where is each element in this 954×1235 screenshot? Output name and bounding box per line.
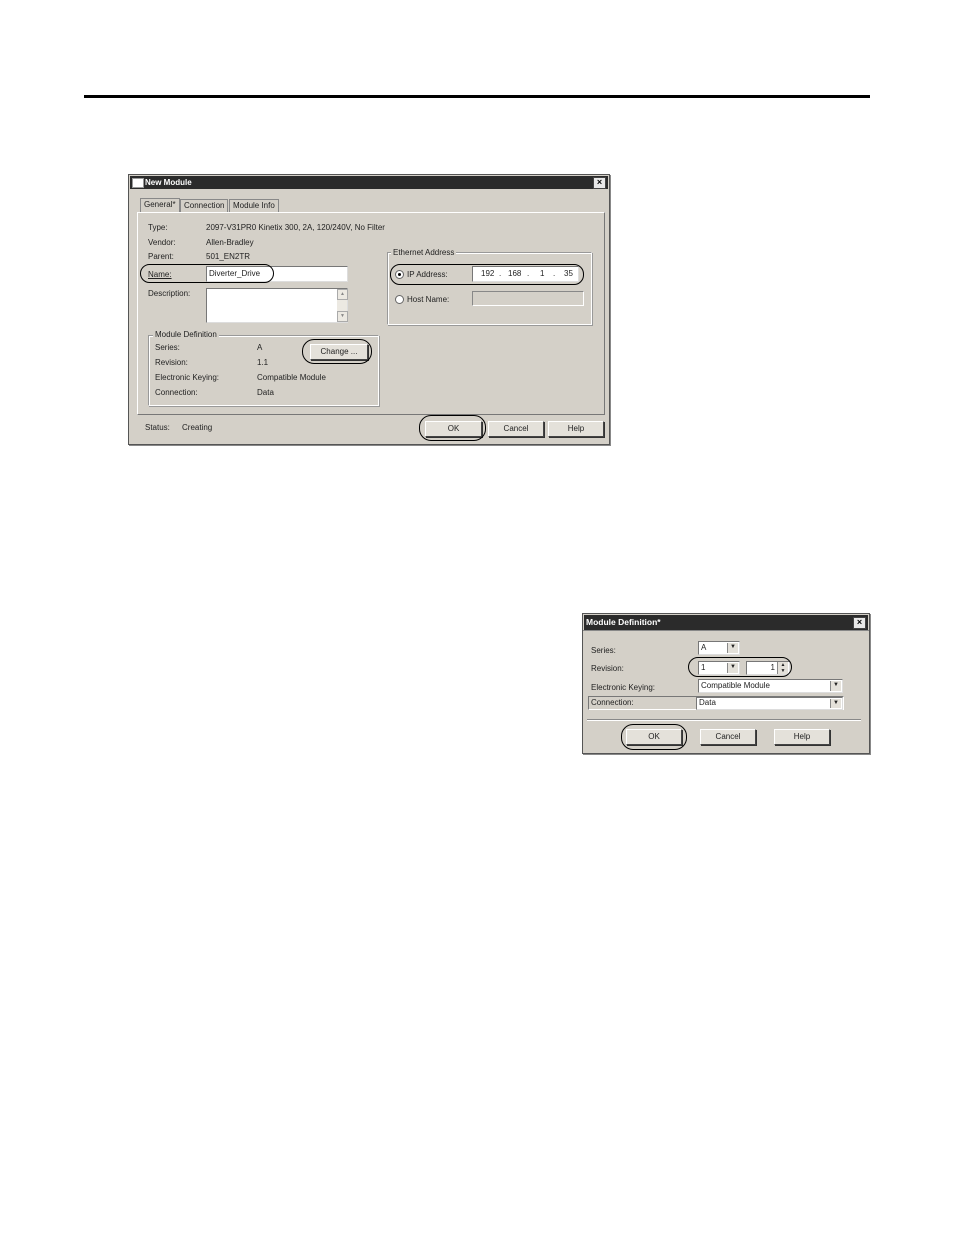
parent-value: 501_EN2TR (206, 252, 251, 261)
ethernet-address-title: Ethernet Address (391, 248, 457, 257)
md-connection-label: Connection: (155, 388, 198, 397)
keying-select[interactable]: Compatible Module ▼ (698, 679, 843, 693)
dialog-title: New Module (145, 178, 192, 187)
close-icon[interactable]: × (853, 617, 866, 629)
ok-highlight-oval (419, 415, 486, 441)
status-value: Creating (182, 423, 213, 432)
ethernet-address-group (387, 252, 592, 325)
help-button[interactable]: Help (774, 729, 830, 745)
type-value: 2097-V31PR0 Kinetix 300, 2A, 120/240V, N… (206, 223, 385, 232)
close-icon[interactable]: × (593, 177, 606, 189)
help-button[interactable]: Help (548, 421, 604, 437)
md-connection-value: Data (257, 388, 274, 397)
dialog-title: Module Definition* (586, 617, 661, 627)
cancel-button[interactable]: Cancel (700, 729, 756, 745)
tab-general[interactable]: General* (140, 198, 180, 212)
host-name-radio[interactable] (395, 295, 404, 304)
series-label: Series: (591, 646, 616, 655)
keying-label: Electronic Keying: (591, 683, 656, 692)
md-revision-value: 1.1 (257, 358, 269, 367)
dialog-titlebar: Module Definition* × (584, 615, 868, 630)
chevron-down-icon[interactable]: ▼ (727, 643, 738, 653)
vendor-label: Vendor: (148, 238, 176, 247)
md-keying-label: Electronic Keying: (155, 373, 220, 382)
type-label: Type: (148, 223, 168, 232)
revision-label: Revision: (591, 664, 624, 673)
module-definition-title: Module Definition (153, 330, 219, 339)
scroll-down-icon[interactable]: ▼ (337, 311, 348, 322)
description-label: Description: (148, 289, 191, 298)
ip-highlight-oval (390, 264, 584, 285)
parent-label: Parent: (148, 252, 174, 261)
title-underline (583, 630, 869, 631)
tab-strip: General* Connection Module Info (137, 198, 337, 212)
dialog-titlebar: New Module × (130, 176, 608, 189)
connection-label: Connection: (591, 698, 634, 707)
module-definition-dialog: Module Definition* × Series: A ▼ Revisio… (582, 613, 870, 754)
md-series-label: Series: (155, 343, 180, 352)
tab-connection[interactable]: Connection (180, 199, 229, 212)
change-highlight-oval (302, 339, 372, 364)
md-revision-label: Revision: (155, 358, 188, 367)
md-keying-value: Compatible Module (257, 373, 326, 382)
chevron-down-icon[interactable]: ▼ (830, 681, 841, 691)
page-header-rule (84, 95, 870, 98)
divider (587, 719, 861, 721)
host-name-label: Host Name: (407, 295, 450, 304)
host-name-input[interactable] (472, 291, 584, 306)
revision-highlight-oval (688, 657, 792, 677)
keying-select-value: Compatible Module (701, 681, 770, 690)
tab-module-info[interactable]: Module Info (229, 199, 279, 212)
window-icon (132, 178, 144, 188)
chevron-down-icon[interactable]: ▼ (830, 699, 841, 708)
description-scrollbar[interactable]: ▲ ▼ (337, 289, 348, 322)
series-select[interactable]: A ▼ (698, 641, 740, 655)
md-series-value: A (257, 343, 263, 352)
connection-select[interactable]: Data ▼ (696, 697, 843, 710)
new-module-dialog: New Module × General* Connection Module … (128, 174, 610, 445)
cancel-button[interactable]: Cancel (488, 421, 544, 437)
description-textarea[interactable]: ▲ ▼ (206, 288, 348, 323)
vendor-value: Allen-Bradley (206, 238, 254, 247)
status-label: Status: (145, 423, 170, 432)
name-highlight-oval (140, 264, 274, 283)
scroll-up-icon[interactable]: ▲ (337, 289, 348, 300)
connection-select-value: Data (699, 698, 716, 707)
series-select-value: A (701, 643, 707, 652)
ok-highlight-oval (621, 724, 687, 750)
